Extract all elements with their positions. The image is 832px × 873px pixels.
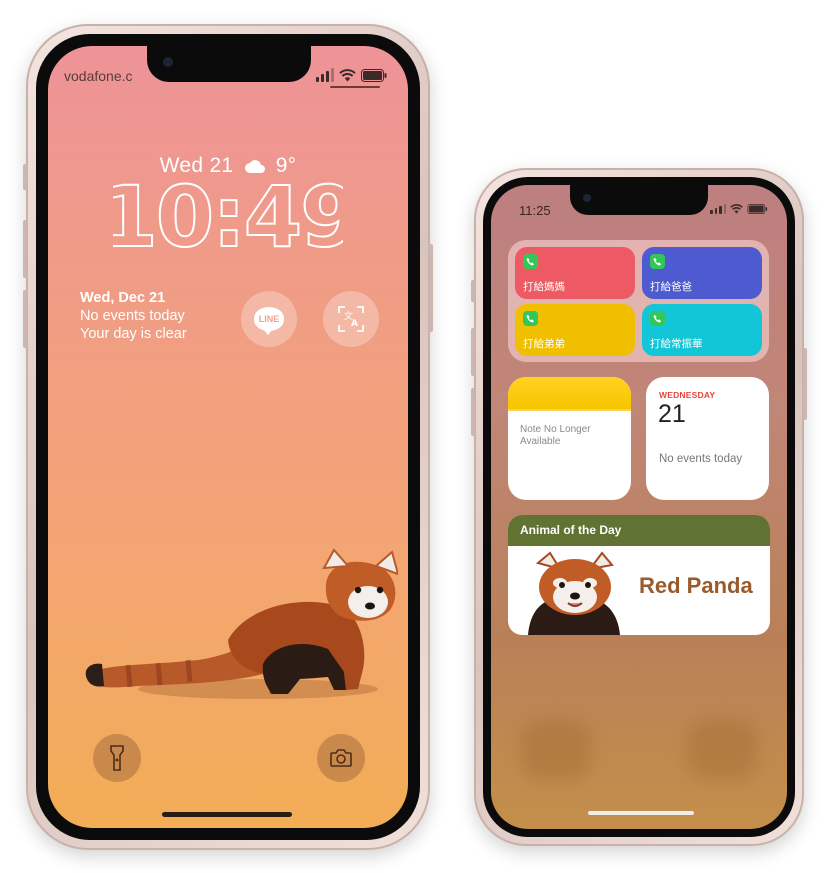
animal-of-the-day-widget[interactable]: Animal of the Day Red Panda xyxy=(508,515,770,635)
calendar-weekday: WEDNESDAY xyxy=(659,390,716,400)
phone-icon xyxy=(650,254,665,269)
home-indicator[interactable] xyxy=(588,811,694,815)
calendar-widget[interactable]: Wed, Dec 21 No events today Your day is … xyxy=(80,289,187,343)
carrier-label: vodafone.c xyxy=(64,68,133,84)
contact-label: 打給媽媽 xyxy=(523,281,565,293)
animal-widget-header: Animal of the Day xyxy=(508,515,770,546)
notes-widget[interactable]: Note No Longer Available xyxy=(508,377,631,500)
note-text: Note No Longer Available xyxy=(520,424,591,447)
notes-header xyxy=(508,377,631,411)
flashlight-icon xyxy=(110,745,124,771)
animal-name: Red Panda xyxy=(639,573,753,598)
calendar-events: No events today xyxy=(80,308,185,324)
svg-text:A: A xyxy=(351,319,358,329)
phone-icon xyxy=(523,254,538,269)
notch xyxy=(570,185,708,215)
line-widget[interactable]: LINE xyxy=(241,291,297,347)
translate-widget[interactable]: 文 A xyxy=(323,291,379,347)
home-indicator[interactable] xyxy=(162,812,292,817)
signal-icon xyxy=(316,68,334,82)
front-camera xyxy=(583,194,591,202)
volume-up-button xyxy=(471,328,475,376)
control-center-hint[interactable] xyxy=(330,86,380,88)
phone-lock-screen: vodafone.c Wed 21 9° 10:49 10:49 Wed, De… xyxy=(23,24,433,850)
flashlight-button[interactable] xyxy=(93,734,141,782)
lock-screen: vodafone.c Wed 21 9° 10:49 10:49 Wed, De… xyxy=(48,46,408,828)
contact-label: 打給爸爸 xyxy=(650,281,692,293)
translate-icon: 文 A xyxy=(338,306,364,332)
contact-tile-1[interactable]: 打給爸爸 xyxy=(642,247,762,299)
camera-icon xyxy=(330,749,352,767)
clock-digits: 10:49 10:49 xyxy=(98,167,359,267)
dock-app-blur-left xyxy=(521,720,591,780)
status-icons xyxy=(316,68,387,82)
power-button xyxy=(803,348,807,420)
mute-switch xyxy=(471,280,475,302)
contact-tile-2[interactable]: 打給弟弟 xyxy=(515,304,635,356)
red-panda-image xyxy=(85,548,398,699)
contact-label: 打給弟弟 xyxy=(523,338,565,350)
camera-button[interactable] xyxy=(317,734,365,782)
mute-switch xyxy=(23,164,27,190)
contact-tile-3[interactable]: 打給常振華 xyxy=(642,304,762,356)
volume-down-button xyxy=(471,388,475,436)
calendar-date: Wed, Dec 21 xyxy=(80,290,166,306)
battery-icon xyxy=(747,204,768,214)
calendar-events: No events today xyxy=(659,453,743,465)
calendar-status: Your day is clear xyxy=(80,326,187,342)
power-button xyxy=(429,244,433,332)
wifi-icon xyxy=(339,68,356,82)
signal-icon xyxy=(710,204,726,214)
contact-tile-0[interactable]: 打給媽媽 xyxy=(515,247,635,299)
calendar-widget[interactable]: WEDNESDAY 21 No events today xyxy=(646,377,769,500)
phone-icon xyxy=(523,311,538,326)
line-app-icon: LINE xyxy=(254,307,284,335)
battery-icon xyxy=(361,68,387,82)
front-camera xyxy=(163,57,173,67)
wifi-icon xyxy=(730,204,743,214)
lock-clock: 10:49 10:49 xyxy=(48,167,408,267)
dock-app-blur-right xyxy=(687,720,757,780)
contact-label: 打給常振華 xyxy=(650,338,703,350)
line-label: LINE xyxy=(258,314,280,324)
volume-down-button xyxy=(23,290,27,348)
contacts-widget: 打給媽媽 打給爸爸 打給弟弟 打給常振華 xyxy=(508,240,769,362)
phone-home-screen: 11:25 打給媽媽 打給爸爸 打給弟弟 打給常振華 Note No Longe… xyxy=(471,168,807,846)
status-icons xyxy=(710,204,768,214)
home-screen: 11:25 打給媽媽 打給爸爸 打給弟弟 打給常振華 Note No Longe… xyxy=(491,185,787,829)
volume-up-button xyxy=(23,220,27,278)
notch xyxy=(147,46,311,82)
calendar-day: 21 xyxy=(658,400,686,428)
status-time: 11:25 xyxy=(519,203,551,218)
phone-icon xyxy=(650,311,665,326)
clock-time-inner: 10:49 xyxy=(113,172,343,258)
red-panda-photo xyxy=(528,551,620,635)
